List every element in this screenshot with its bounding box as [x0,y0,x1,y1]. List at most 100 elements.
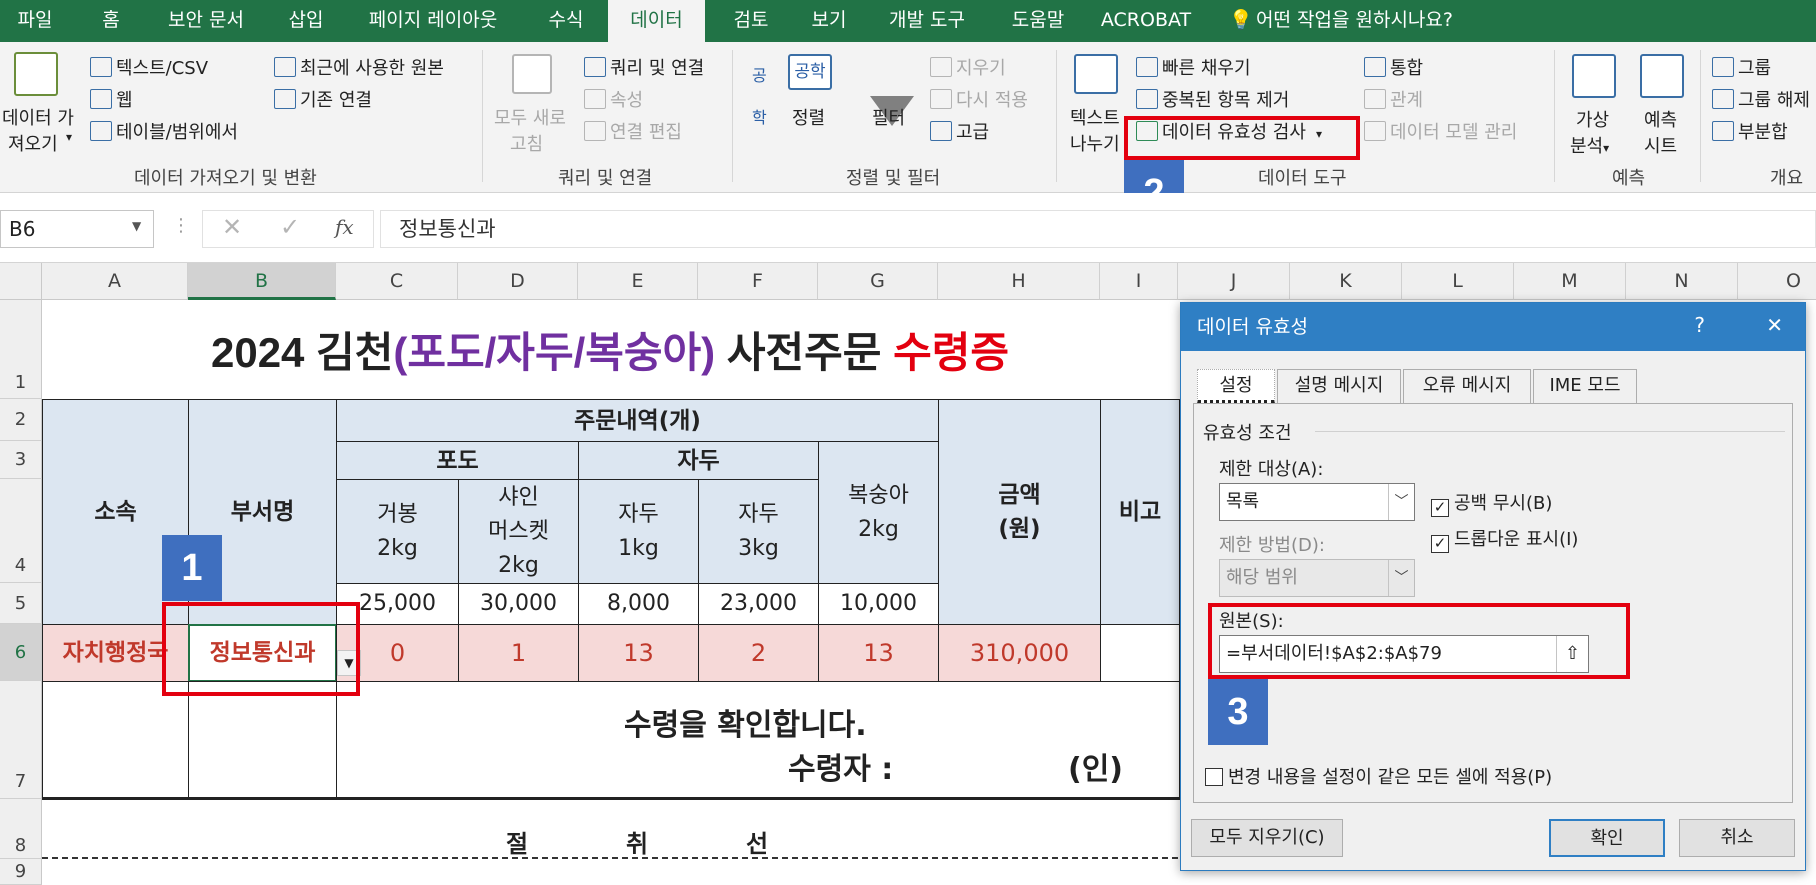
tab-insert[interactable]: 삽입 [268,0,344,42]
cell-i6[interactable] [1100,624,1180,682]
column-header-i[interactable]: I [1100,263,1178,300]
row-header-9[interactable]: 9 [0,859,42,885]
column-header-m[interactable]: M [1514,263,1626,300]
consolidate-button[interactable]: 통합 [1364,54,1423,80]
price-cell[interactable]: 30,000 [458,583,579,625]
queries-connections-button[interactable]: 쿼리 및 연결 [584,54,704,80]
forecast-sheet-button-line2[interactable]: 시트 [1644,132,1677,158]
apply-all-checkbox[interactable]: 변경 내용을 설정이 같은 모든 셀에 적용(P) [1205,763,1552,789]
column-header-e[interactable]: E [578,263,698,300]
flash-fill-button[interactable]: 빠른 채우기 [1136,54,1251,80]
cancel-button[interactable]: 취소 [1679,819,1795,857]
cancel-icon[interactable]: ✕ [222,213,242,241]
row-header-3[interactable]: 3 [0,441,42,479]
cell-g6[interactable]: 13 [818,624,939,682]
ungroup-button[interactable]: 그룹 해제 [1712,86,1810,112]
sort-button[interactable]: 정렬 [792,104,825,130]
data-select[interactable]: 해당 범위 ﹀ [1219,559,1415,597]
cell-d6[interactable]: 1 [458,624,579,682]
tell-me-search[interactable]: 어떤 작업을 원하시나요? [1256,0,1486,42]
from-table-range-button[interactable]: 테이블/범위에서 [90,118,238,144]
forecast-sheet-button[interactable]: 예측 [1644,106,1677,132]
select-all-corner[interactable] [0,263,42,300]
sort-descending-button[interactable]: 학 [752,104,767,128]
subtotal-button[interactable]: 부분합 [1712,118,1788,144]
remove-duplicates-button[interactable]: 중복된 항목 제거 [1136,86,1289,112]
column-header-j[interactable]: J [1178,263,1290,300]
tab-file[interactable]: 파일 [0,0,70,42]
edit-links-button[interactable]: 연결 편집 [584,118,682,144]
what-if-button[interactable]: 가상 [1576,106,1609,132]
tab-input-message[interactable]: 설명 메시지 [1277,369,1401,403]
tab-data[interactable]: 데이터 [608,0,705,42]
column-header-d[interactable]: D [458,263,578,300]
in-cell-dropdown-checkbox[interactable]: ✓ 드롭다운 표시(I) [1431,525,1578,553]
tab-help[interactable]: 도움말 [994,0,1082,42]
column-header-g[interactable]: G [818,263,938,300]
clear-all-button[interactable]: 모두 지우기(C) [1191,819,1343,857]
help-button[interactable]: ? [1694,313,1705,337]
row-header-6[interactable]: 6 [0,624,42,681]
column-header-c[interactable]: C [336,263,458,300]
recent-sources-button[interactable]: 최근에 사용한 원본 [274,54,444,80]
tab-settings[interactable]: 설정 [1197,369,1275,403]
column-header-n[interactable]: N [1626,263,1738,300]
tab-ime-mode[interactable]: IME 모드 [1533,369,1637,403]
column-header-b[interactable]: B [188,263,336,300]
cell-e6[interactable]: 13 [578,624,699,682]
from-web-button[interactable]: 웹 [90,86,133,112]
refresh-all-button-line2[interactable]: 고침 [510,130,543,156]
tab-view[interactable]: 보기 [792,0,866,42]
filter-button[interactable]: 필터 [872,104,905,130]
tab-review[interactable]: 검토 [714,0,788,42]
tab-error-alert[interactable]: 오류 메시지 [1403,369,1531,403]
row-header-4[interactable]: 4 [0,479,42,583]
column-header-h[interactable]: H [938,263,1100,300]
price-cell[interactable]: 8,000 [578,583,699,625]
from-text-csv-button[interactable]: 텍스트/CSV [90,54,208,80]
properties-button[interactable]: 속성 [584,86,643,112]
enter-icon[interactable]: ✓ [280,213,300,241]
cell-b7[interactable] [188,681,337,800]
ignore-blank-checkbox[interactable]: ✓ 공백 무시(B) [1431,489,1552,517]
column-header-k[interactable]: K [1290,263,1402,300]
text-to-columns-button[interactable]: 텍스트 [1070,104,1120,130]
tab-formulas[interactable]: 수식 [528,0,604,42]
row-header-2[interactable]: 2 [0,399,42,441]
column-header-l[interactable]: L [1402,263,1514,300]
column-header-f[interactable]: F [698,263,818,300]
data-model-button[interactable]: 데이터 모델 관리 [1364,118,1517,144]
group-button[interactable]: 그룹 [1712,54,1771,80]
price-cell[interactable]: 10,000 [818,583,939,625]
get-data-button[interactable]: 데이터 가 [2,104,74,130]
reapply-button[interactable]: 다시 적용 [930,86,1028,112]
cell-f6[interactable]: 2 [698,624,819,682]
sort-ascending-button[interactable]: 공 [752,62,767,86]
existing-connections-button[interactable]: 기존 연결 [274,86,372,112]
tab-developer[interactable]: 개발 도구 [872,0,982,42]
ok-button[interactable]: 확인 [1549,819,1665,857]
clear-filter-button[interactable]: 지우기 [930,54,1006,80]
formula-input[interactable]: 정보통신과 [380,210,1816,248]
relationships-button[interactable]: 관계 [1364,86,1423,112]
allow-select[interactable]: 목록 ﹀ [1219,483,1415,521]
tab-home[interactable]: 홈 [76,0,146,42]
row-header-7[interactable]: 7 [0,681,42,799]
cell-h6[interactable]: 310,000 [938,624,1101,682]
what-if-button-line2[interactable]: 분석▾ [1570,132,1609,158]
close-button[interactable]: ✕ [1766,313,1783,337]
text-to-columns-button-line2[interactable]: 나누기 [1070,130,1120,156]
tab-acrobat[interactable]: ACROBAT [1096,0,1196,42]
column-header-a[interactable]: A [42,263,188,300]
row-header-8[interactable]: 8 [0,799,42,859]
name-box[interactable]: B6 [0,210,154,248]
tab-page-layout[interactable]: 페이지 레이아웃 [350,0,516,42]
get-data-button-line2[interactable]: 져오기 [8,130,58,156]
column-header-o[interactable]: O [1738,263,1816,300]
tab-security[interactable]: 보안 문서 [150,0,262,42]
row-header-5[interactable]: 5 [0,583,42,624]
price-cell[interactable]: 23,000 [698,583,819,625]
refresh-all-button[interactable]: 모두 새로 [494,104,566,130]
row-header-1[interactable]: 1 [0,300,42,399]
insert-function-icon[interactable]: fx [335,215,354,239]
